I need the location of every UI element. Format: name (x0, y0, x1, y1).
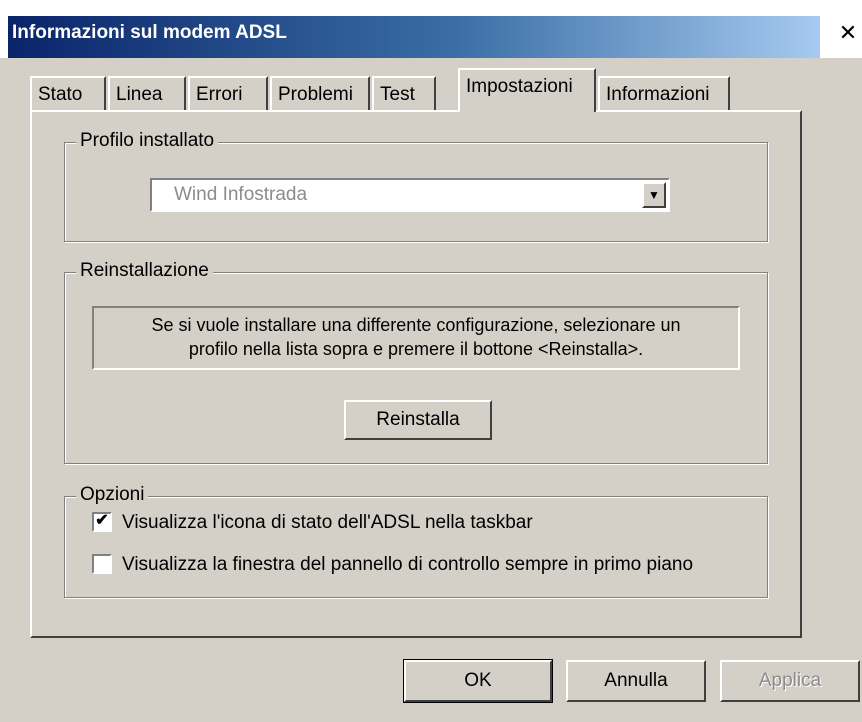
tab-stato[interactable]: Stato (30, 76, 106, 110)
tab-label: Stato (38, 84, 83, 105)
tab-informazioni[interactable]: Informazioni (598, 76, 730, 110)
ok-button[interactable]: OK (403, 659, 553, 703)
reinstall-info-line2: profilo nella lista sopra e premere il b… (188, 339, 644, 359)
tab-label: Errori (196, 84, 243, 105)
tab-label: Impostazioni (466, 76, 573, 97)
taskbar-icon-checkbox[interactable]: ✔ (92, 512, 112, 532)
tab-impostazioni[interactable]: Impostazioni (458, 68, 596, 112)
cancel-button[interactable]: Annulla (566, 660, 706, 702)
reinstall-info-line1: Se si vuole installare una differente co… (151, 315, 681, 335)
tab-test[interactable]: Test (372, 76, 436, 110)
tab-label: Problemi (278, 84, 353, 105)
tab-label: Test (380, 84, 415, 105)
check-icon: ✔ (95, 512, 109, 529)
tab-label: Linea (116, 84, 163, 105)
title-bar: Informazioni sul modem ADSL ✕ (0, 0, 862, 58)
tab-linea[interactable]: Linea (108, 76, 186, 110)
reinstall-group-legend: Reinstallazione (76, 260, 213, 282)
taskbar-icon-label: Visualizza l'icona di stato dell'ADSL ne… (122, 512, 533, 533)
reinstall-button[interactable]: Reinstalla (344, 400, 492, 440)
window-title: Informazioni sul modem ADSL (12, 22, 287, 43)
tab-label: Informazioni (606, 84, 710, 105)
profile-group-legend: Profilo installato (76, 130, 219, 152)
tab-errori[interactable]: Errori (188, 76, 268, 110)
reinstall-info-box: Se si vuole installare una differente co… (92, 306, 740, 370)
always-on-top-checkbox[interactable] (92, 554, 112, 574)
apply-button[interactable]: Applica (720, 660, 860, 702)
adsl-modem-dialog: Informazioni sul modem ADSL ✕ Stato Line… (0, 0, 862, 722)
always-on-top-label: Visualizza la finestra del pannello di c… (122, 554, 694, 575)
close-icon[interactable]: ✕ (836, 22, 860, 46)
tab-problemi[interactable]: Problemi (270, 76, 370, 110)
chevron-down-icon[interactable]: ▼ (642, 182, 666, 208)
profile-select-value: Wind Infostrada (174, 184, 308, 205)
profile-select[interactable]: Wind Infostrada ▼ (150, 178, 670, 212)
options-group-legend: Opzioni (76, 484, 149, 506)
